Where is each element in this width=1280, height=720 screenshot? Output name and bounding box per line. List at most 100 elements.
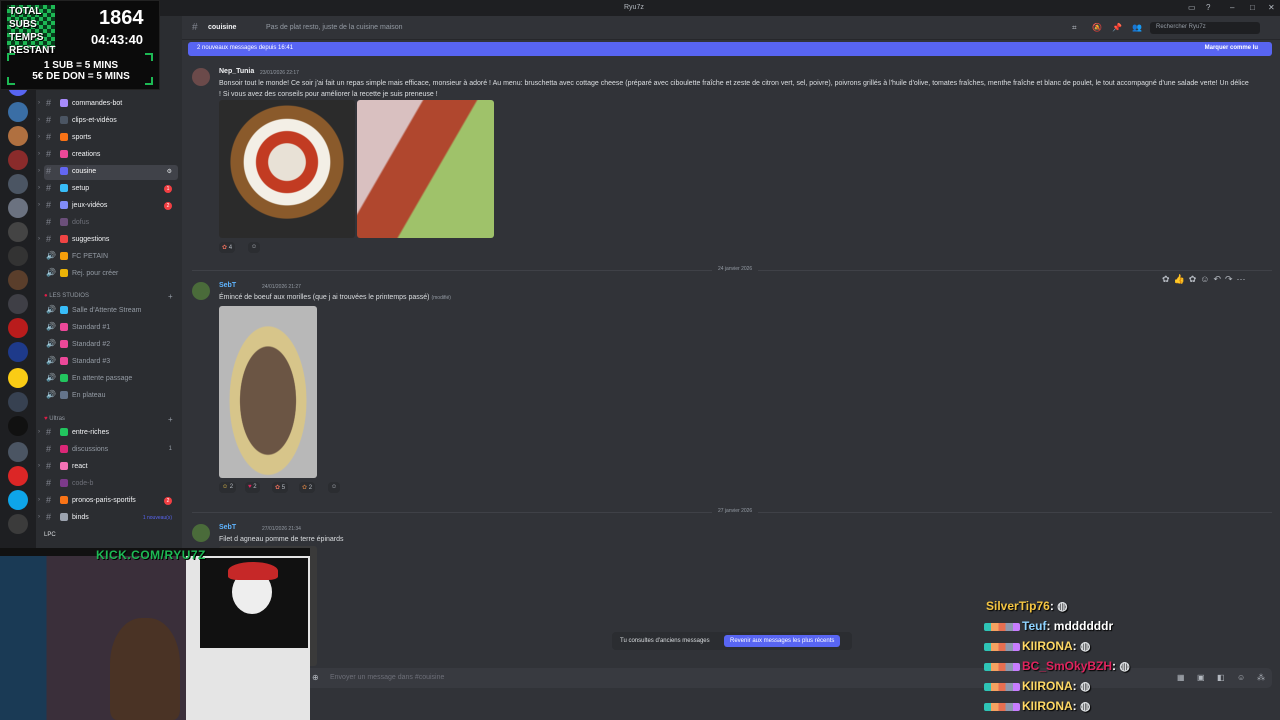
jump-to-present-button[interactable]: Revenir aux messages les plus récents [724,635,841,647]
old-messages-notice: Tu consultes d'anciens messages [620,638,710,644]
food-photo[interactable] [357,100,494,238]
server-icon[interactable] [8,198,28,218]
add-reaction-icon[interactable]: ☺ [248,242,261,253]
close-button[interactable]: ✕ [1268,3,1275,12]
minimize-button[interactable]: – [1230,3,1234,12]
message-actions-toolbar[interactable]: ✿👍✿☺↶↷⋯ [1162,274,1250,285]
unread-dot-icon: › [38,236,40,242]
reaction[interactable]: ✿ 2 [299,482,316,493]
server-icon[interactable] [8,222,28,242]
channel-topic[interactable]: Pas de plat resto, juste de la cuisine m… [266,24,403,31]
inbox-icon[interactable]: ▭ [1188,3,1196,12]
channel-clips-et-videos[interactable]: › # clips-et-vidéos [38,114,178,129]
message-text: Filet d agneau pomme de terre épinards [219,536,344,543]
channel-code-b[interactable]: # code-b [44,477,178,492]
reaction[interactable]: ✿ 5 [272,482,289,493]
sticker-icon[interactable]: ◧ [1217,673,1225,682]
member-list-icon[interactable]: 👥 [1132,23,1142,32]
threads-icon[interactable]: ⌗ [1072,23,1077,33]
new-messages-bar[interactable]: 2 nouveaux messages depuis 16:41 Marquer… [188,42,1272,56]
channel-suggestions[interactable]: › # suggestions [38,233,178,248]
chat-username: BC_SmOkyBZH [1022,659,1113,673]
message-author[interactable]: Nep_Tunia [219,68,254,75]
category-les-studios[interactable]: ● LES STUDIOS + [44,292,173,301]
add-reaction-icon[interactable]: ☺ [328,482,341,493]
reaction[interactable]: ✿ 4 [219,242,236,253]
voice-channel-studio[interactable]: 🔊 En plateau [44,389,178,404]
avatar[interactable] [192,282,210,300]
avatar[interactable] [192,68,210,86]
server-icon[interactable] [8,150,28,170]
voice-channel-studio[interactable]: 🔊 Standard #2 [44,338,178,353]
voice-channel-studio[interactable]: 🔊 Standard #3 [44,355,178,370]
add-attachment-icon[interactable]: ⊕ [312,673,319,682]
unread-dot-icon: › [38,429,40,435]
category-lpc[interactable]: LPC [44,532,56,538]
notification-bell-icon[interactable]: 🔕 [1092,23,1102,32]
voice-channel-studio[interactable]: 🔊 En attente passage [44,372,178,387]
sub-count: 1864 [99,7,144,29]
apps-icon[interactable]: ⁂ [1257,673,1265,682]
voice-channel-fc-petain[interactable]: 🔊 FC PETAIN [44,250,178,265]
reaction[interactable]: ☺ 2 [219,482,237,493]
channel-jeux-videos[interactable]: › # jeux-vidéos 2 [38,199,178,214]
new-messages-tag: 1 nouveau(x) [142,515,172,521]
voice-channel-studio[interactable]: 🔊 Salle d'Attente Stream [44,304,178,319]
mark-as-read-button[interactable]: Marquer comme lu [1205,45,1258,51]
server-icon[interactable] [8,490,28,510]
server-icon[interactable] [8,126,28,146]
channel-dofus[interactable]: # dofus [44,216,178,231]
chat-emote-icon: ◍ [1080,699,1091,713]
channel-discussions[interactable]: # discussions 1 [44,443,178,458]
gif-icon[interactable]: ▣ [1197,673,1205,682]
channel-commandes-bot[interactable]: › # commandes-bot [38,97,178,112]
server-icon[interactable] [8,466,28,486]
channel-sports[interactable]: › # sports [38,131,178,146]
window-title: Ryu7z [624,4,644,11]
server-icon[interactable] [8,174,28,194]
channel-entre-riches[interactable]: › # entre-riches [38,426,178,441]
channel-binds[interactable]: › # binds 1 nouveau(x) [38,511,178,526]
food-photo[interactable] [219,100,355,238]
server-icon[interactable] [8,318,28,338]
chat-username: KIIRONA [1022,639,1073,653]
logo-text: TOTAL [9,6,42,17]
food-photo[interactable] [219,306,317,478]
channel-couisine[interactable]: › # cousine ⚙ [38,165,178,180]
help-icon[interactable]: ? [1206,3,1210,12]
category-ultras[interactable]: ♥ Ultras + [44,415,173,424]
channel-emoji-icon [60,269,68,277]
server-icon[interactable] [8,270,28,290]
channel-pronos-paris-sportifs[interactable]: › # pronos-paris-sportifs 2 [38,494,178,509]
server-icon[interactable] [8,294,28,314]
server-icon[interactable] [8,392,28,412]
category-label: LES STUDIOS [49,293,89,299]
server-icon[interactable] [8,102,28,122]
message-author[interactable]: SebT [219,524,236,531]
add-channel-icon[interactable]: + [168,292,173,301]
channel-creations[interactable]: › # creations [38,148,178,163]
stream-sub-overlay: TOTAL SUBS TEMPS RESTANT 1864 04:43:40 1… [0,0,160,90]
hash-icon: # [46,217,52,227]
donation-rule: 5€ DE DON = 5 MINS [32,71,130,82]
channel-setup[interactable]: › # setup 1 [38,182,178,197]
reaction[interactable]: ♥ 2 [245,482,260,493]
voice-channel-create[interactable]: 🔊 Rej. pour créer [44,267,178,282]
server-icon[interactable] [8,368,28,388]
server-icon[interactable] [8,342,28,362]
add-channel-icon[interactable]: + [168,415,173,424]
voice-channel-studio[interactable]: 🔊 Standard #1 [44,321,178,336]
channel-label: En attente passage [72,375,133,382]
maximize-button[interactable]: □ [1250,3,1255,12]
emoji-icon[interactable]: ☺ [1237,673,1245,682]
avatar[interactable] [192,524,210,542]
channel-react[interactable]: › # react [38,460,178,475]
server-icon[interactable] [8,246,28,266]
server-icon[interactable] [8,416,28,436]
pin-icon[interactable]: 📌 [1112,23,1122,32]
channel-settings-icon[interactable]: ⚙ [167,168,172,175]
search-input[interactable]: Rechercher Ryu7z [1150,22,1260,34]
message-author[interactable]: SebT [219,282,236,289]
server-icon[interactable] [8,442,28,462]
server-icon[interactable] [8,514,28,534]
